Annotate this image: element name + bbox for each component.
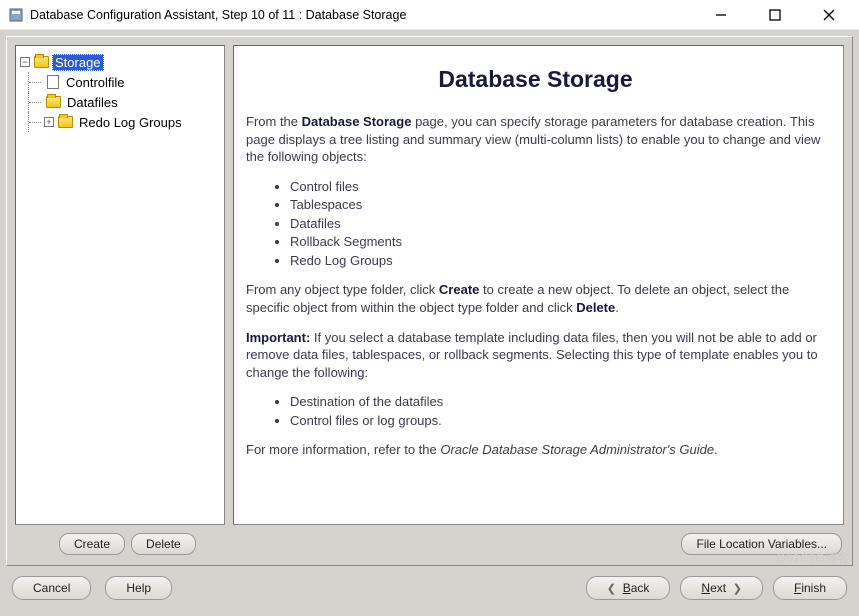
- collapse-icon[interactable]: −: [20, 57, 30, 67]
- list-item: Datafiles: [290, 215, 825, 233]
- minimize-button[interactable]: [703, 3, 739, 27]
- object-list: Control files Tablespaces Datafiles Roll…: [246, 178, 825, 270]
- tree-node-datafiles[interactable]: Datafiles: [20, 92, 220, 112]
- tree-label[interactable]: Storage: [52, 54, 104, 71]
- document-icon: [47, 75, 59, 89]
- create-button[interactable]: Create: [59, 533, 125, 555]
- app-icon: [8, 7, 24, 23]
- chevron-left-icon: ❮: [607, 583, 616, 595]
- list-item: Redo Log Groups: [290, 252, 825, 270]
- tree-label[interactable]: Redo Log Groups: [76, 114, 185, 131]
- close-button[interactable]: [811, 3, 847, 27]
- storage-tree[interactable]: − Storage Controlfile Datafiles: [15, 45, 225, 525]
- title-bar: Database Configuration Assistant, Step 1…: [0, 0, 859, 30]
- window-title: Database Configuration Assistant, Step 1…: [30, 8, 703, 22]
- dialog-body: − Storage Controlfile Datafiles: [0, 30, 859, 616]
- list-item: Tablespaces: [290, 196, 825, 214]
- list-item: Destination of the datafiles: [290, 393, 825, 411]
- folder-icon: [58, 116, 73, 128]
- help-button[interactable]: Help: [105, 576, 172, 600]
- list-item: Rollback Segments: [290, 233, 825, 251]
- folder-icon: [34, 56, 49, 68]
- file-location-variables-button[interactable]: File Location Variables...: [681, 533, 842, 555]
- tree-node-controlfile[interactable]: Controlfile: [20, 72, 220, 92]
- more-info-paragraph: For more information, refer to the Oracl…: [246, 441, 825, 459]
- cancel-button[interactable]: Cancel: [12, 576, 91, 600]
- folder-icon: [46, 96, 61, 108]
- important-paragraph: Important: If you select a database temp…: [246, 329, 825, 382]
- next-button[interactable]: Next ❯: [680, 576, 763, 600]
- finish-button[interactable]: Finish: [773, 576, 847, 600]
- main-panel: − Storage Controlfile Datafiles: [6, 36, 853, 566]
- list-item: Control files or log groups.: [290, 412, 825, 430]
- tree-actions: Create Delete: [15, 525, 196, 555]
- expand-icon[interactable]: +: [44, 117, 54, 127]
- page-title: Database Storage: [246, 64, 825, 95]
- tree-node-storage[interactable]: − Storage: [20, 52, 220, 72]
- change-list: Destination of the datafiles Control fil…: [246, 393, 825, 429]
- content-panel: Database Storage From the Database Stora…: [233, 45, 844, 525]
- delete-button[interactable]: Delete: [131, 533, 196, 555]
- create-delete-paragraph: From any object type folder, click Creat…: [246, 281, 825, 316]
- list-item: Control files: [290, 178, 825, 196]
- window-controls: [703, 3, 853, 27]
- back-button[interactable]: ❮ Back: [586, 576, 671, 600]
- tree-node-redo-log-groups[interactable]: + Redo Log Groups: [20, 112, 220, 132]
- intro-paragraph: From the Database Storage page, you can …: [246, 113, 825, 166]
- content-actions: File Location Variables...: [196, 525, 844, 555]
- chevron-right-icon: ❯: [733, 583, 742, 595]
- tree-label[interactable]: Controlfile: [63, 74, 128, 91]
- wizard-nav-bar: Cancel Help ❮ Back Next ❯ Finish: [6, 566, 853, 600]
- maximize-button[interactable]: [757, 3, 793, 27]
- tree-label[interactable]: Datafiles: [64, 94, 121, 111]
